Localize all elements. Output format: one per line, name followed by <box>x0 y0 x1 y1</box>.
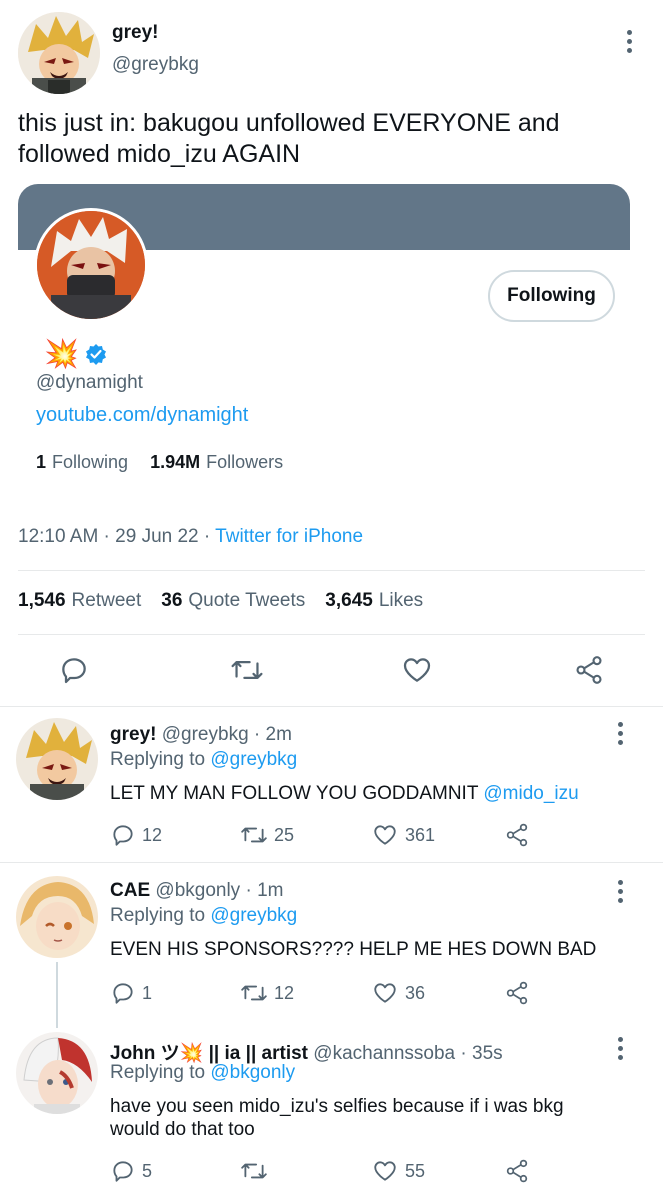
quote-count[interactable]: 36 <box>161 590 182 612</box>
reply-handle-time[interactable]: @kachannssoba · 35s <box>313 1043 502 1064</box>
reply-avatar[interactable] <box>16 718 98 800</box>
retweet-icon <box>241 985 267 1001</box>
reply-header: grey! @greybkg · 2m <box>110 724 292 746</box>
verified-badge-icon <box>85 343 107 365</box>
retweet-icon[interactable] <box>230 654 264 691</box>
more-options-icon[interactable] <box>617 880 623 903</box>
followers-label[interactable]: Followers <box>206 452 283 473</box>
replying-to-handle[interactable]: @bkgonly <box>210 1062 295 1083</box>
more-options-icon[interactable] <box>626 30 632 53</box>
follow-button-label: Following <box>507 285 596 306</box>
reply-count: 5 <box>142 1160 153 1181</box>
profile-name-emoji: 💥 <box>44 338 79 369</box>
tweet-text: this just in: bakugou unfollowed EVERYON… <box>18 109 560 168</box>
like-icon <box>374 1161 396 1181</box>
reply-handle-time[interactable]: @bkgonly · 1m <box>155 880 283 901</box>
follow-button[interactable]: Following <box>488 270 615 322</box>
reply-header: CAE @bkgonly · 1m <box>110 880 283 902</box>
followers-count[interactable]: 1.94M <box>150 452 200 473</box>
like-action[interactable]: 55 <box>371 1158 425 1184</box>
tweet-source[interactable]: Twitter for iPhone <box>215 526 363 547</box>
share-icon <box>506 1159 528 1183</box>
like-action[interactable]: 36 <box>371 980 425 1006</box>
profile-name-row: 💥 <box>44 338 107 370</box>
reply-action[interactable]: 5 <box>110 1158 152 1184</box>
like-icon <box>374 983 396 1003</box>
replying-to-label: Replying to <box>110 749 211 770</box>
profile-handle[interactable]: @dynamight <box>36 372 143 394</box>
reply-action[interactable]: 12 <box>110 822 162 848</box>
replying-to: Replying to @greybkg <box>110 749 297 771</box>
author-display-name[interactable]: grey! <box>112 22 158 44</box>
divider <box>18 634 645 635</box>
reply-author-name[interactable]: CAE <box>110 880 150 901</box>
profile-link[interactable]: youtube.com/dynamight <box>36 404 248 427</box>
retweet-count: 25 <box>274 824 295 845</box>
author-avatar[interactable] <box>18 12 100 94</box>
retweet-label[interactable]: Retweet <box>72 590 142 612</box>
profile-stats: 1 Following 1.94M Followers <box>36 452 283 473</box>
following-count[interactable]: 1 <box>36 452 46 473</box>
thread-line <box>56 962 58 1028</box>
reply-text: EVEN HIS SPONSORS???? HELP ME HES DOWN B… <box>110 939 597 960</box>
reply-icon <box>113 1161 133 1182</box>
replying-to: Replying to @greybkg <box>110 905 297 927</box>
author-handle[interactable]: @greybkg <box>112 54 199 76</box>
reply-text: LET MY MAN FOLLOW YOU GODDAMNIT @mido_iz… <box>110 782 630 805</box>
profile-avatar[interactable] <box>34 208 148 322</box>
like-icon <box>374 825 396 845</box>
reply-action[interactable]: 1 <box>110 980 152 1006</box>
replying-to: Replying to @bkgonly <box>110 1062 295 1084</box>
retweet-action[interactable]: 25 <box>240 822 294 848</box>
reply-avatar[interactable] <box>16 1032 98 1114</box>
more-options-icon[interactable] <box>617 722 623 745</box>
reply-count: 1 <box>142 982 153 1003</box>
reply-handle-time[interactable]: @greybkg · 2m <box>162 724 292 745</box>
like-count: 55 <box>405 1160 426 1181</box>
share-action[interactable] <box>504 1158 530 1184</box>
quote-label[interactable]: Quote Tweets <box>188 590 305 612</box>
like-label[interactable]: Likes <box>379 590 423 612</box>
following-label[interactable]: Following <box>52 452 128 473</box>
like-action[interactable]: 361 <box>371 822 435 848</box>
reply-icon <box>113 825 133 846</box>
retweet-count: 12 <box>274 982 295 1003</box>
reply-icon <box>113 983 133 1004</box>
replying-to-label: Replying to <box>110 905 211 926</box>
like-count: 361 <box>405 824 436 845</box>
divider <box>0 862 663 863</box>
reply-icon[interactable] <box>58 654 90 691</box>
retweet-action[interactable] <box>240 1158 274 1184</box>
replying-to-handle[interactable]: @greybkg <box>210 749 297 770</box>
like-count[interactable]: 3,645 <box>325 590 373 612</box>
engagement-stats: 1,546 Retweet 36 Quote Tweets 3,645 Like… <box>18 590 423 612</box>
retweet-count[interactable]: 1,546 <box>18 590 66 612</box>
reply-author-name[interactable]: grey! <box>110 724 156 745</box>
like-count: 36 <box>405 982 426 1003</box>
reply-avatar[interactable] <box>16 876 98 958</box>
like-icon[interactable] <box>400 654 434 691</box>
more-options-icon[interactable] <box>617 1037 623 1060</box>
reply-header: John ツ💥 || ia || artist @kachannssoba · … <box>110 1038 503 1065</box>
reply-author-name[interactable]: John ツ💥 || ia || artist <box>110 1043 308 1064</box>
tweet-timestamp[interactable]: 12:10 AM · 29 Jun 22 · <box>18 526 215 547</box>
share-icon <box>506 981 528 1005</box>
retweet-icon <box>241 827 267 843</box>
divider <box>0 706 663 707</box>
tweet-meta: 12:10 AM · 29 Jun 22 · Twitter for iPhon… <box>18 526 363 548</box>
reply-count: 12 <box>142 824 163 845</box>
reply-mention[interactable]: @mido_izu <box>483 783 578 804</box>
retweet-icon <box>241 1163 267 1179</box>
share-action[interactable] <box>504 822 530 848</box>
replying-to-handle[interactable]: @greybkg <box>210 905 297 926</box>
retweet-action[interactable]: 12 <box>240 980 294 1006</box>
share-icon <box>506 823 528 847</box>
share-icon[interactable] <box>573 654 605 691</box>
reply-text: have you seen mido_izu's selfies because… <box>110 1096 564 1140</box>
reply-body: LET MY MAN FOLLOW YOU GODDAMNIT <box>110 783 484 804</box>
replying-to-label: Replying to <box>110 1062 211 1083</box>
share-action[interactable] <box>504 980 530 1006</box>
divider <box>18 570 645 571</box>
